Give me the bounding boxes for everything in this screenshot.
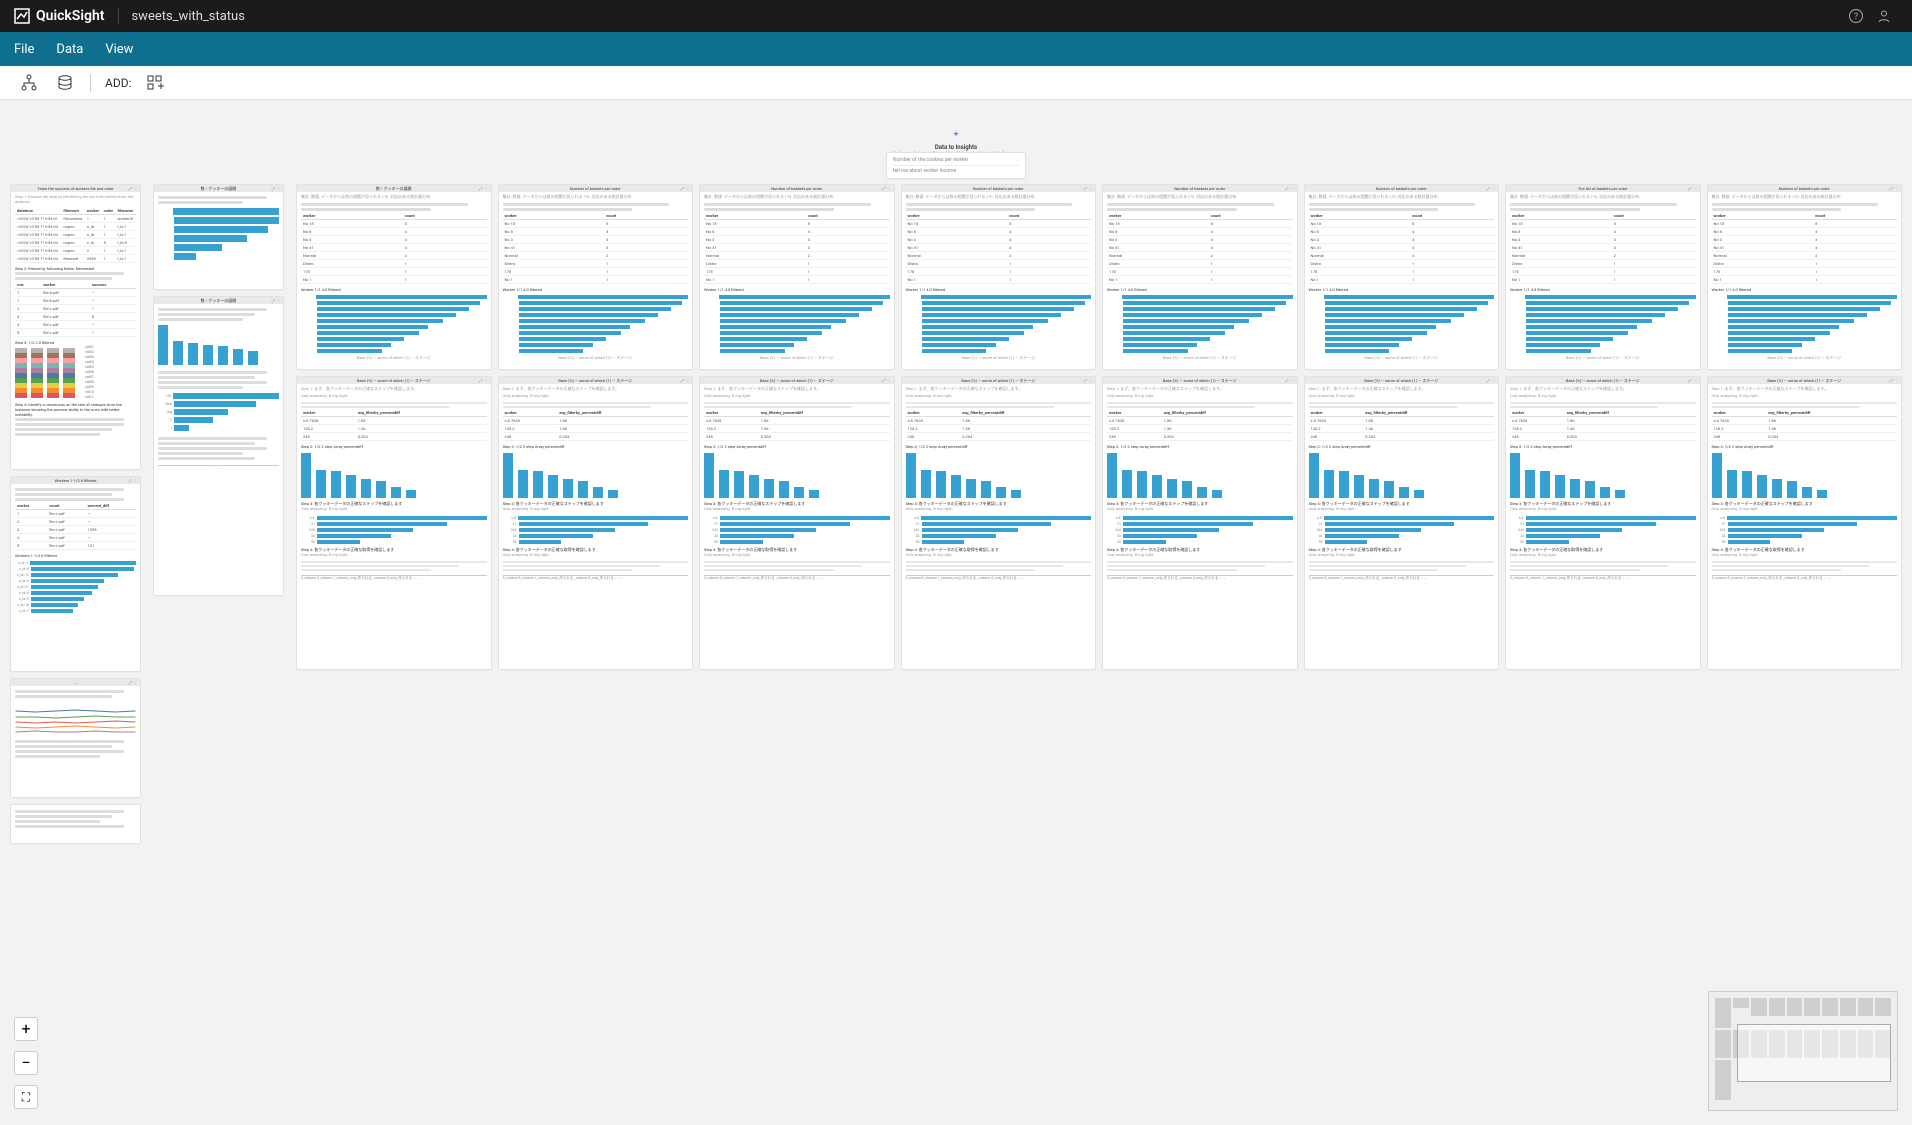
clone-card-b[interactable]: Base (%) — some of which (1) — ステージ⤢ ⋮ S… xyxy=(1304,376,1500,670)
menu-data[interactable]: Data xyxy=(56,42,83,57)
vbar-chart-col2b xyxy=(158,325,279,365)
line-chart xyxy=(15,699,136,739)
clone-card-a[interactable]: Number of baskets per order⤢ ⋮ 集計: 数値. デ… xyxy=(699,184,895,370)
card-menu-icon[interactable]: ⤢ ⋮ xyxy=(479,377,487,384)
card-menu-icon[interactable]: ⤢ ⋮ xyxy=(1890,185,1898,192)
step2-title: Step 2: filtered by following fields: fi… xyxy=(15,266,136,271)
card-left-3[interactable]: …⤢ ⋮ xyxy=(10,678,141,798)
quicksight-icon xyxy=(14,8,30,24)
card-menu-icon[interactable]: ⤢ ⋮ xyxy=(681,185,689,192)
card-menu-icon[interactable]: ⤢ ⋮ xyxy=(1084,185,1092,192)
hbar-chart-col2a xyxy=(158,208,279,260)
menu-file[interactable]: File xyxy=(14,42,34,57)
svg-text:?: ? xyxy=(1854,12,1858,22)
table-left2: workercountpercent_diff 1file-c.pdf— 2fi… xyxy=(15,502,136,550)
card-menu-icon[interactable]: ⤢ ⋮ xyxy=(129,679,137,686)
fullscreen-button[interactable]: ⛶ xyxy=(14,1085,38,1109)
card-menu-icon[interactable]: ⤢ ⋮ xyxy=(1688,185,1696,192)
clone-card-b[interactable]: Base (%) — some of which (1) — ステージ⤢ ⋮ S… xyxy=(498,376,694,670)
card-menu-icon[interactable]: ⤢ ⋮ xyxy=(882,377,890,384)
row-b: Base (%) — some of which (1) — ステージ⤢ ⋮ S… xyxy=(296,376,1902,670)
card-menu-icon[interactable]: ⤢ ⋮ xyxy=(1285,185,1293,192)
clone-card-b[interactable]: Base (%) — some of which (1) — ステージ⤢ ⋮ S… xyxy=(699,376,895,670)
database-icon[interactable] xyxy=(54,72,76,94)
insights-title: Data to Insights xyxy=(886,144,1026,151)
minimap[interactable] xyxy=(1708,991,1898,1111)
card-header: Team the success of workers file and ord… xyxy=(11,185,140,192)
hbar-chart-col2b: HHNo8OrgTI xyxy=(158,393,279,431)
clone-card-a[interactable]: Number of baskets per order⤢ ⋮ 集計: 数値. デ… xyxy=(901,184,1097,370)
menu-bar: File Data View xyxy=(0,32,1912,66)
zoom-in-button[interactable]: + xyxy=(14,1017,38,1041)
add-visual-icon[interactable] xyxy=(145,72,167,94)
clone-card-a[interactable]: The list of baskets per order⤢ ⋮ 集計: 数値.… xyxy=(1505,184,1701,370)
card-menu-icon[interactable]: ⤢ ⋮ xyxy=(1487,185,1495,192)
toolbar-divider xyxy=(90,74,91,92)
card-menu-icon[interactable]: ⤢ ⋮ xyxy=(272,185,280,192)
app-logo[interactable]: QuickSight xyxy=(14,8,119,24)
clone-card-a[interactable]: Number of baskets per order⤢ ⋮ 集計: 数値. デ… xyxy=(1304,184,1500,370)
insights-input-box[interactable]: Number of the cookies per worker tell me… xyxy=(886,152,1026,179)
clone-card-a[interactable]: Number of baskets per order⤢ ⋮ 集計: 数値. デ… xyxy=(1707,184,1903,370)
clone-card-b[interactable]: Base (%) — some of which (1) — ステージ⤢ ⋮ S… xyxy=(1707,376,1903,670)
card-menu-icon[interactable]: ⤢ ⋮ xyxy=(1487,377,1495,384)
card-left-1[interactable]: Team the success of workers file and ord… xyxy=(10,184,141,470)
insight-suggestion-2[interactable]: tell me about worker income xyxy=(893,168,1019,174)
hierarchy-icon[interactable] xyxy=(18,72,40,94)
app-name: QuickSight xyxy=(36,8,104,24)
minimap-viewport[interactable] xyxy=(1737,1024,1891,1082)
toolbar: ADD: xyxy=(0,66,1912,100)
table-step2: rowworkersuccess 1file-a.pdf— 1file-b.pd… xyxy=(15,281,136,337)
card-menu-icon[interactable]: ⤢ ⋮ xyxy=(1084,377,1092,384)
clone-card-b[interactable]: Base (%) — some of which (1) — ステージ⤢ ⋮ S… xyxy=(296,376,492,670)
title-bar: QuickSight sweets_with_status ? xyxy=(0,0,1912,32)
canvas[interactable]: Data to Insights Ask your data anything.… xyxy=(0,100,1912,1125)
card-left-2[interactable]: Workers 1-1/2 6 filtered⤢ ⋮ workercountp… xyxy=(10,476,141,672)
step1-text: Step 1: Browse the data by identifying t… xyxy=(15,195,136,205)
card-menu-icon[interactable]: ⤢ ⋮ xyxy=(1890,377,1898,384)
add-label: ADD: xyxy=(105,76,131,90)
card-menu-icon[interactable]: ⤢ ⋮ xyxy=(129,477,137,484)
stacked-bar-chart xyxy=(15,348,75,398)
card-menu-icon[interactable]: ⤢ ⋮ xyxy=(681,377,689,384)
table-step1: datetimefileeventworkerorderfilename >20… xyxy=(15,207,136,263)
clone-card-a[interactable]: 数 / クッキーの展開⤢ ⋮ 集計: 数値. データからは負の相関が見られる (… xyxy=(296,184,492,370)
card-menu-icon[interactable]: ⤢ ⋮ xyxy=(1688,377,1696,384)
document-name: sweets_with_status xyxy=(119,9,244,24)
help-icon[interactable]: ? xyxy=(1842,2,1870,30)
card-menu-icon[interactable]: ⤢ ⋮ xyxy=(129,185,137,192)
card-menu-icon[interactable]: ⤢ ⋮ xyxy=(882,185,890,192)
sparkle-icon xyxy=(950,130,962,142)
user-icon[interactable] xyxy=(1870,2,1898,30)
hbar-chart-left: o_id=1o_id=8o_id=12o_id=5o_id=31o_id=0o_… xyxy=(15,561,136,613)
zoom-out-button[interactable]: − xyxy=(14,1051,38,1075)
stacked-legend: cat01cat02cat03cat04cat05cat06cat07cat08… xyxy=(79,345,94,400)
card-left-4[interactable] xyxy=(10,804,141,844)
column-2: 数 / クッキーの展開⤢ ⋮ 数 / クッキーの展開⤢ ⋮ HHNo8OrgTI… xyxy=(153,184,284,596)
view-controls: + − ⛶ xyxy=(14,1017,38,1109)
clone-card-b[interactable]: Base (%) — some of which (1) — ステージ⤢ ⋮ S… xyxy=(1505,376,1701,670)
menu-view[interactable]: View xyxy=(105,42,133,57)
clone-card-a[interactable]: Number of baskets per order⤢ ⋮ 集計: 数値. デ… xyxy=(1102,184,1298,370)
clone-card-b[interactable]: Base (%) — some of which (1) — ステージ⤢ ⋮ S… xyxy=(901,376,1097,670)
clone-card-b[interactable]: Base (%) — some of which (1) — ステージ⤢ ⋮ S… xyxy=(1102,376,1298,670)
insight-suggestion-1[interactable]: Number of the cookies per worker xyxy=(893,157,1019,166)
clone-card-a[interactable]: Number of baskets per order⤢ ⋮ 集計: 数値. デ… xyxy=(498,184,694,370)
card-col2-a[interactable]: 数 / クッキーの展開⤢ ⋮ xyxy=(153,184,284,290)
card-col2-b[interactable]: 数 / クッキーの展開⤢ ⋮ HHNo8OrgTI ← → xyxy=(153,296,284,596)
card-menu-icon[interactable]: ⤢ ⋮ xyxy=(479,185,487,192)
row-a: 数 / クッキーの展開⤢ ⋮ 集計: 数値. データからは負の相関が見られる (… xyxy=(296,184,1902,370)
card-menu-icon[interactable]: ⤢ ⋮ xyxy=(272,297,280,304)
left-column: Team the success of workers file and ord… xyxy=(10,184,141,844)
step4-label: Step 4: Identify a consensus on the rate… xyxy=(15,402,136,417)
card-menu-icon[interactable]: ⤢ ⋮ xyxy=(1285,377,1293,384)
